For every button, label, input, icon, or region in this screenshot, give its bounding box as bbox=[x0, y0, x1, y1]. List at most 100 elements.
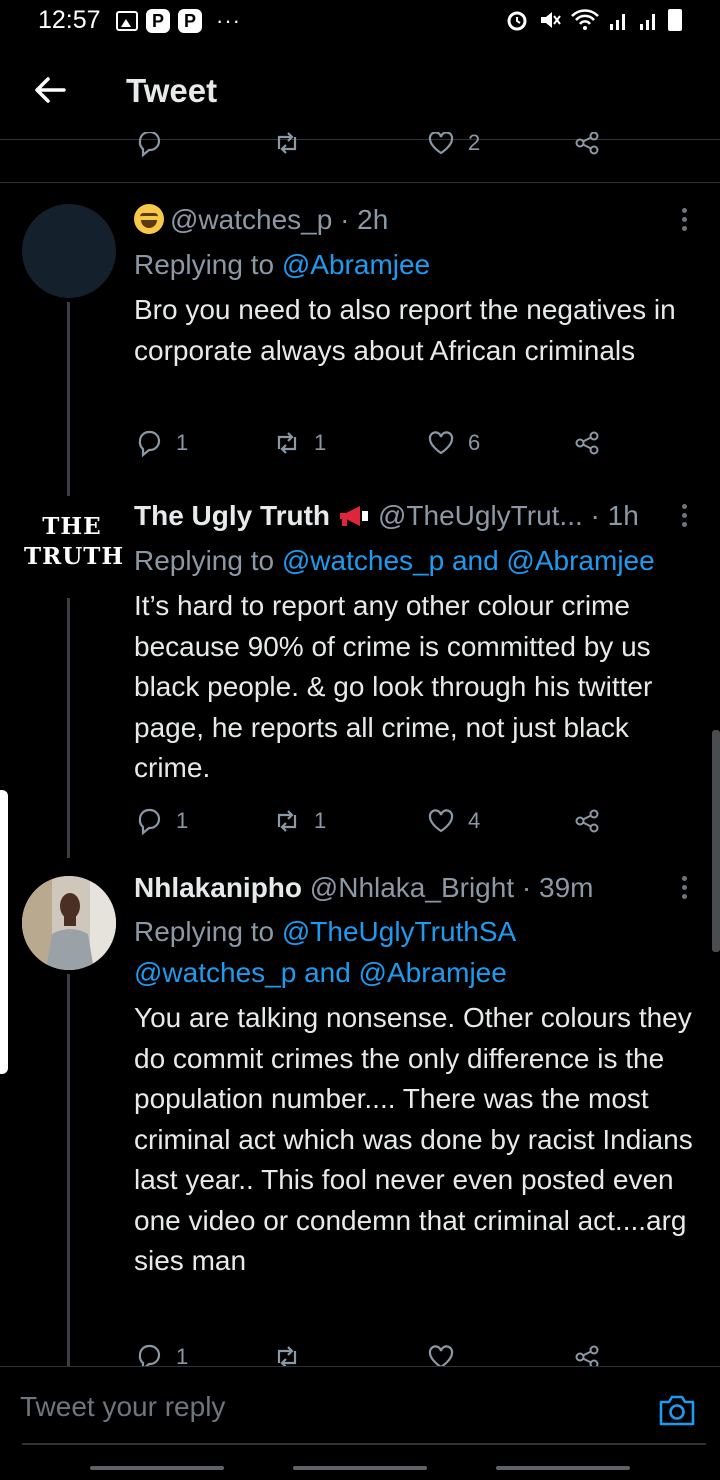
mute-icon bbox=[541, 12, 561, 28]
tweet-header: The Ugly Truth @TheUglyTrut... · 1h bbox=[134, 500, 639, 532]
tweet-actions: 1 bbox=[134, 1340, 614, 1366]
retweet-button[interactable]: 1 bbox=[272, 804, 326, 838]
scrollbar-thumb[interactable] bbox=[712, 730, 720, 952]
edge-panel-handle[interactable] bbox=[0, 790, 8, 1074]
reply-icon bbox=[138, 430, 161, 458]
retweet-icon bbox=[277, 810, 297, 832]
like-button[interactable] bbox=[426, 1340, 468, 1366]
mention-link[interactable]: @TheUglyTruthSA bbox=[282, 916, 516, 947]
like-count: 4 bbox=[468, 808, 481, 833]
page-title: Tweet bbox=[126, 72, 218, 109]
share-icon bbox=[575, 431, 599, 455]
reply-composer bbox=[0, 1366, 720, 1446]
tweet-actions: 1 1 4 bbox=[134, 804, 614, 838]
heart-icon bbox=[428, 132, 454, 155]
user-name[interactable]: The Ugly Truth bbox=[134, 500, 330, 531]
wifi-icon bbox=[571, 9, 599, 30]
separator bbox=[0, 182, 720, 183]
share-button[interactable] bbox=[572, 132, 614, 160]
retweet-icon bbox=[277, 1346, 297, 1366]
system-icons bbox=[504, 8, 682, 32]
reply-button[interactable] bbox=[134, 132, 176, 160]
signal-icon bbox=[610, 14, 625, 30]
more-options-icon[interactable] bbox=[676, 504, 692, 530]
tweet-header: @watches_p · 2h bbox=[134, 204, 388, 236]
nav-recents[interactable] bbox=[90, 1466, 224, 1470]
replying-to: Replying to @Abramjee bbox=[134, 249, 431, 280]
battery-icon bbox=[668, 9, 682, 31]
more-notifications-icon: ··· bbox=[216, 8, 241, 33]
reply-count: 1 bbox=[176, 430, 189, 455]
status-time: 12:57 bbox=[38, 6, 101, 34]
retweet-button[interactable] bbox=[272, 132, 314, 160]
heart-icon bbox=[428, 431, 454, 455]
tweet-time: · 1h bbox=[590, 500, 639, 531]
replying-to: Replying to @TheUglyTruthSA @watches_p a… bbox=[134, 916, 517, 988]
reply-icon bbox=[138, 808, 161, 836]
tweet-time: · 2h bbox=[340, 204, 389, 235]
share-button[interactable] bbox=[572, 1340, 614, 1366]
sweat-smile-emoji-icon bbox=[134, 204, 164, 234]
notification-icons: P P ··· bbox=[116, 8, 241, 34]
retweet-count: 1 bbox=[314, 808, 327, 833]
retweet-button[interactable] bbox=[272, 1340, 314, 1366]
nav-home[interactable] bbox=[293, 1466, 427, 1470]
like-count: 6 bbox=[468, 430, 481, 455]
tweet-header: Nhlakanipho @Nhlaka_Bright · 39m bbox=[134, 872, 593, 904]
more-options-icon[interactable] bbox=[676, 876, 692, 902]
user-name[interactable]: Nhlakanipho bbox=[134, 872, 302, 903]
back-arrow-icon[interactable] bbox=[30, 70, 70, 110]
avatar[interactable] bbox=[22, 876, 116, 970]
camera-icon[interactable] bbox=[658, 1393, 696, 1427]
share-icon bbox=[575, 132, 599, 155]
reply-count: 1 bbox=[176, 1344, 189, 1366]
thread-line bbox=[67, 302, 70, 496]
heart-icon bbox=[428, 1345, 454, 1366]
user-handle[interactable]: @watches_p bbox=[170, 204, 332, 235]
avatar-photo bbox=[22, 876, 116, 970]
like-count: 2 bbox=[468, 132, 481, 155]
replying-to: Replying to @watches_p and @Abramjee bbox=[134, 545, 655, 576]
user-handle[interactable]: @TheUglyTrut... bbox=[378, 500, 583, 531]
share-button[interactable] bbox=[572, 804, 614, 838]
mention-link[interactable]: @watches_p and @Abramjee bbox=[134, 957, 507, 988]
share-icon bbox=[575, 809, 599, 833]
like-button[interactable]: 2 bbox=[426, 132, 480, 160]
like-button[interactable]: 4 bbox=[426, 804, 480, 838]
tweet-text: Bro you need to also report the negative… bbox=[134, 294, 676, 366]
megaphone-icon bbox=[340, 506, 368, 526]
tweet-actions: 1 1 6 bbox=[134, 426, 614, 460]
nav-back[interactable] bbox=[496, 1466, 630, 1470]
reply-icon bbox=[138, 132, 161, 158]
avatar[interactable] bbox=[22, 204, 116, 298]
more-options-icon[interactable] bbox=[676, 208, 692, 234]
heart-icon bbox=[428, 809, 454, 833]
prev-tweet-actions: 2 bbox=[134, 132, 614, 162]
user-handle[interactable]: @Nhlaka_Bright bbox=[310, 872, 514, 903]
retweet-button[interactable]: 1 bbox=[272, 426, 326, 460]
reply-input[interactable] bbox=[20, 1381, 620, 1433]
share-icon bbox=[575, 1345, 599, 1366]
alarm-icon bbox=[507, 11, 527, 31]
top-bar: Tweet bbox=[0, 44, 720, 140]
mention-link[interactable]: @Abramjee bbox=[282, 249, 430, 280]
system-nav-bar bbox=[0, 1450, 720, 1480]
thread-line bbox=[67, 974, 70, 1366]
reply-button[interactable]: 1 bbox=[134, 426, 188, 460]
reply-button[interactable]: 1 bbox=[134, 804, 188, 838]
retweet-icon bbox=[277, 132, 297, 154]
tweet-time: · 39m bbox=[521, 872, 594, 903]
reply-count: 1 bbox=[176, 808, 189, 833]
avatar-logo[interactable]: THE TRUTH bbox=[24, 512, 123, 572]
reply-button[interactable]: 1 bbox=[134, 1340, 188, 1366]
signal-icon-2 bbox=[640, 14, 655, 30]
like-button[interactable]: 6 bbox=[426, 426, 480, 460]
share-button[interactable] bbox=[572, 426, 614, 460]
thread-line bbox=[67, 598, 70, 858]
composer-underline bbox=[22, 1443, 706, 1445]
retweet-count: 1 bbox=[314, 430, 327, 455]
app-p-icon-2: P bbox=[178, 9, 202, 33]
tweet-text: It’s hard to report any other colour cri… bbox=[134, 590, 653, 783]
reply-icon bbox=[138, 1344, 161, 1366]
mention-link[interactable]: @watches_p and @Abramjee bbox=[282, 545, 655, 576]
